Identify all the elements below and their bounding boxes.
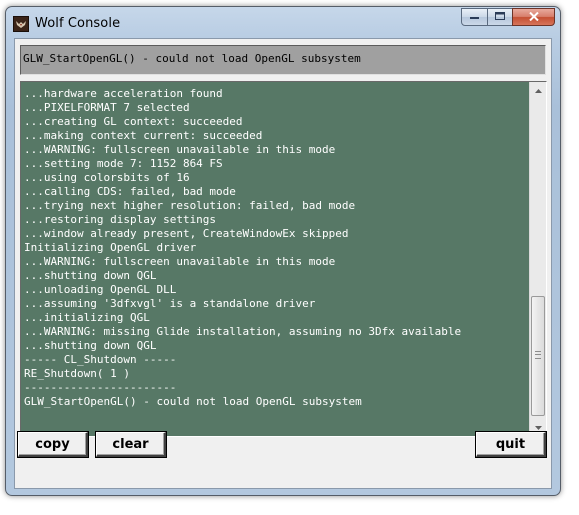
- wolf-icon[interactable]: [13, 16, 29, 32]
- title-bar[interactable]: Wolf Console: [6, 7, 560, 39]
- console-line: ...assuming '3dfxvgl' is a standalone dr…: [24, 297, 316, 310]
- console-output[interactable]: ...hardware acceleration found ...PIXELFO…: [20, 81, 547, 437]
- maximize-button[interactable]: [487, 8, 513, 26]
- caption-buttons: [461, 8, 555, 27]
- console-line: ...trying next higher resolution: failed…: [24, 199, 356, 212]
- console-line: ...shutting down QGL: [24, 269, 157, 282]
- console-line: ...setting mode 7: 1152 864 FS: [24, 157, 223, 170]
- console-client-area: GLW_StartOpenGL() - could not load OpenG…: [14, 38, 552, 489]
- console-line: ...WARNING: fullscreen unavailable in th…: [24, 143, 336, 156]
- close-icon: [528, 11, 539, 23]
- quit-button[interactable]: quit: [475, 431, 547, 458]
- console-line: ----- CL_Shutdown -----: [24, 353, 177, 366]
- console-line: ...using colorsbits of 16: [24, 171, 190, 184]
- console-line: ...shutting down QGL: [24, 339, 157, 352]
- console-line: -----------------------: [24, 381, 177, 394]
- grip-icon: [535, 351, 541, 359]
- copy-button[interactable]: copy: [17, 431, 89, 458]
- console-line: ...WARNING: fullscreen unavailable in th…: [24, 255, 336, 268]
- minimize-icon: [470, 12, 479, 23]
- console-line: RE_Shutdown( 1 ): [24, 367, 130, 380]
- console-line: ...hardware acceleration found: [24, 87, 223, 100]
- chevron-down-icon: [534, 423, 542, 432]
- window-title: Wolf Console: [35, 16, 121, 31]
- console-line: ...WARNING: missing Glide installation, …: [24, 325, 462, 338]
- console-line: GLW_StartOpenGL() - could not load OpenG…: [24, 395, 362, 408]
- close-button[interactable]: [512, 8, 555, 26]
- console-line: ...restoring display settings: [24, 213, 217, 226]
- minimize-button[interactable]: [461, 8, 488, 26]
- console-line: ...window already present, CreateWindowE…: [24, 227, 349, 240]
- error-message: GLW_StartOpenGL() - could not load OpenG…: [20, 45, 546, 75]
- console-line: Initializing OpenGL driver: [24, 241, 197, 254]
- console-line: ...making context current: succeeded: [24, 129, 263, 142]
- console-log[interactable]: ...hardware acceleration found ...PIXELFO…: [21, 82, 529, 436]
- scroll-up-button[interactable]: [530, 82, 546, 99]
- console-line: ...PIXELFORMAT 7 selected: [24, 101, 190, 114]
- chevron-up-icon: [534, 86, 542, 95]
- console-line: ...initializing QGL: [24, 311, 150, 324]
- console-line: ...creating GL context: succeeded: [24, 115, 243, 128]
- console-line: ...calling CDS: failed, bad mode: [24, 185, 236, 198]
- console-window: Wolf Console GLW_StartOpenGL() - could n…: [5, 6, 561, 496]
- console-line: ...unloading OpenGL DLL: [24, 283, 177, 296]
- maximize-icon: [495, 11, 505, 23]
- scroll-thumb[interactable]: [531, 296, 545, 416]
- vertical-scrollbar[interactable]: [529, 82, 546, 436]
- clear-button[interactable]: clear: [95, 431, 167, 458]
